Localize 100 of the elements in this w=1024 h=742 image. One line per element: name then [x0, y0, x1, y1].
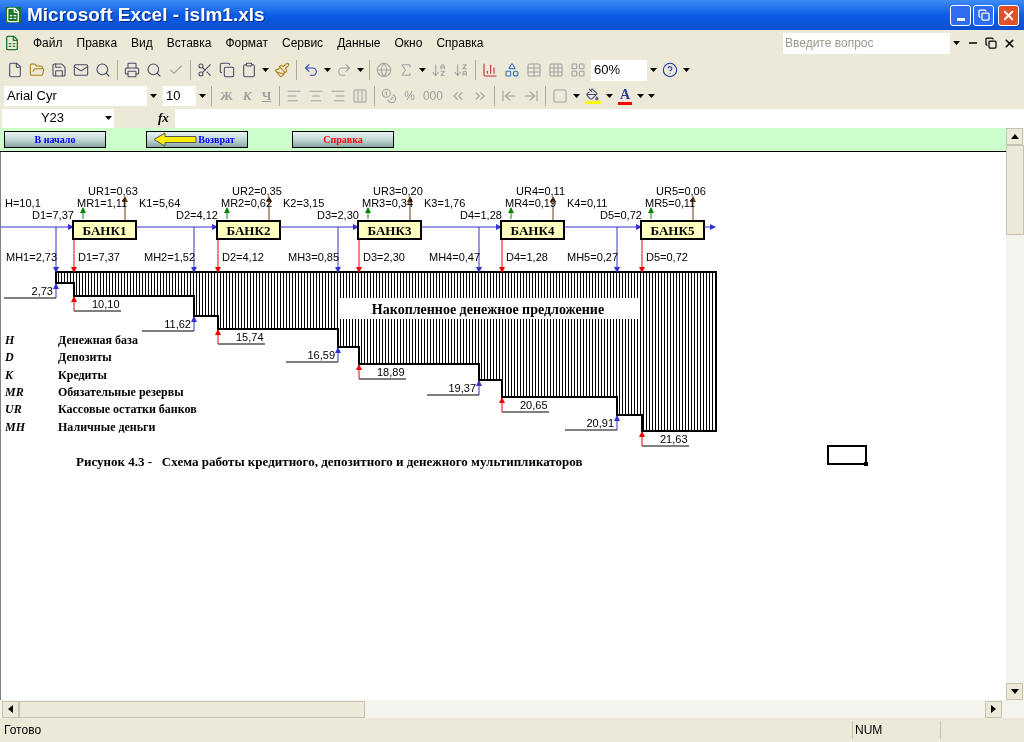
menu-item[interactable]: Данные	[330, 34, 388, 52]
fill-color-icon[interactable]	[584, 88, 601, 104]
dropdown-caret-icon[interactable]	[198, 94, 206, 98]
dropdown-caret-icon[interactable]	[419, 68, 426, 72]
diagram-label: MR3=0,34	[362, 197, 414, 209]
restore-button[interactable]	[973, 4, 994, 26]
step-value: 18,89	[377, 366, 405, 378]
diagram-label: D5=0,72	[600, 209, 642, 221]
selected-cell[interactable]	[827, 445, 868, 466]
nav-button[interactable]: В начало	[4, 131, 106, 148]
leader-line	[73, 310, 122, 312]
deposit-arrow	[71, 238, 77, 273]
dropdown-caret-icon[interactable]	[649, 68, 657, 72]
clipboard-icon[interactable]	[241, 62, 257, 78]
deposit-arrow	[215, 238, 221, 273]
menu-item[interactable]: Правка	[69, 34, 125, 52]
help-search-field[interactable]: Введите вопрос	[783, 32, 963, 54]
menu-item[interactable]: Окно	[387, 34, 430, 52]
close-button[interactable]	[998, 4, 1019, 26]
arrow-icon	[990, 704, 997, 714]
printer-icon[interactable]	[124, 62, 140, 78]
dropdown-caret-icon[interactable]	[572, 94, 580, 98]
horizontal-scrollbar[interactable]	[0, 700, 1024, 718]
step-value: 20,65	[520, 399, 548, 411]
dropdown-caret-icon[interactable]	[953, 41, 960, 45]
help-search-input[interactable]: Введите вопрос	[783, 34, 950, 52]
close-icon[interactable]	[1003, 36, 1016, 50]
dropdown-caret-icon[interactable]	[683, 68, 690, 72]
magnifier-icon[interactable]	[95, 62, 111, 78]
legend-text: Депозиты	[58, 350, 112, 365]
dropdown-caret-icon[interactable]	[262, 68, 269, 72]
legend-symbol: MR	[5, 384, 24, 399]
step-arrow	[356, 364, 362, 380]
scroll-up-button[interactable]	[1006, 128, 1023, 145]
figure-caption: Рисунок 4.3 - Схема работы кредитного, депозитного и денежного мультипликаторов	[76, 454, 583, 469]
font-field[interactable]: Arial Cyr	[4, 86, 159, 106]
paintbrush-icon[interactable]	[274, 62, 290, 78]
undo-icon[interactable]	[303, 62, 319, 78]
diagram-label: D1=7,37	[78, 251, 120, 263]
shapes-icon[interactable]	[504, 62, 520, 78]
dropdown-caret-icon[interactable]	[324, 68, 331, 72]
reserve-arrow	[80, 207, 86, 220]
step-arrow	[639, 431, 645, 447]
reserve-arrow	[648, 207, 654, 220]
bar-chart-icon[interactable]	[482, 62, 498, 78]
new-file-icon[interactable]	[7, 62, 23, 78]
vertical-scrollbar[interactable]	[1006, 128, 1024, 700]
legend-text: Обязательные резервы	[58, 384, 184, 399]
menu-item[interactable]: Справка	[429, 34, 491, 52]
dropdown-caret-icon[interactable]	[149, 94, 157, 98]
menu-item[interactable]: Вид	[124, 34, 160, 52]
diagram-label: K3=1,76	[424, 197, 466, 209]
dropdown-caret-icon[interactable]	[605, 94, 613, 98]
diagram-label: H=10,1	[5, 197, 41, 209]
formula-input[interactable]	[174, 108, 1024, 128]
diagram-label: D4=1,28	[506, 251, 548, 263]
scissors-icon[interactable]	[197, 62, 213, 78]
diagram-label: MR2=0,62	[221, 197, 273, 209]
nav-button[interactable]: Возврат	[146, 131, 248, 148]
diagram-label: UR5=0,06	[656, 185, 706, 197]
font-size-field[interactable]: 10	[163, 86, 208, 106]
dropdown-caret-icon[interactable]	[357, 68, 364, 72]
name-box[interactable]: Y23	[2, 108, 114, 128]
dropdown-caret-icon[interactable]	[105, 116, 112, 120]
restore-icon[interactable]	[985, 37, 997, 49]
scroll-left-button[interactable]	[2, 700, 19, 718]
zoom-field[interactable]: 60%	[591, 59, 659, 81]
mail-icon[interactable]	[73, 62, 89, 78]
menu-item[interactable]: Формат	[218, 34, 276, 52]
diagram-label: MH2=1,52	[144, 251, 196, 263]
scroll-thumb[interactable]	[19, 700, 365, 718]
print-preview-icon[interactable]	[146, 62, 162, 78]
legend-text: Кассовые остатки банков	[58, 402, 197, 417]
scroll-right-button[interactable]	[985, 700, 1002, 718]
menu-item[interactable]: Файл	[26, 34, 70, 52]
merge-cells-icon[interactable]	[352, 88, 369, 104]
font-color-button[interactable]: A	[617, 87, 633, 105]
function-label[interactable]: fx	[158, 108, 169, 128]
arrow-icon	[1009, 688, 1020, 695]
step-value: 11,62	[164, 318, 191, 330]
open-folder-icon[interactable]	[29, 62, 45, 78]
menu-item[interactable]: Вставка	[159, 34, 219, 52]
nav-button-label: В начало	[34, 133, 76, 147]
step-value: 20,91	[586, 417, 614, 429]
menu-item[interactable]: Сервис	[275, 34, 331, 52]
minimize-button[interactable]	[950, 4, 971, 26]
scroll-down-button[interactable]	[1006, 683, 1023, 700]
dropdown-caret-icon[interactable]	[637, 94, 645, 98]
diagram-label: MH5=0,27	[567, 251, 619, 263]
save-icon[interactable]	[51, 62, 67, 78]
spreadsheet-icon[interactable]	[4, 35, 20, 51]
diagram-label: D5=0,72	[646, 251, 688, 263]
legend-symbol: MH	[5, 419, 25, 434]
diagram-label: K2=3,15	[283, 197, 325, 209]
scroll-thumb[interactable]	[1006, 145, 1024, 235]
help-icon[interactable]	[662, 62, 678, 78]
copy-icon[interactable]	[219, 62, 235, 78]
step-arrow	[614, 415, 620, 431]
diagram-label: MR1=1,11	[77, 197, 128, 209]
more-options-caret-icon[interactable]	[648, 94, 656, 98]
